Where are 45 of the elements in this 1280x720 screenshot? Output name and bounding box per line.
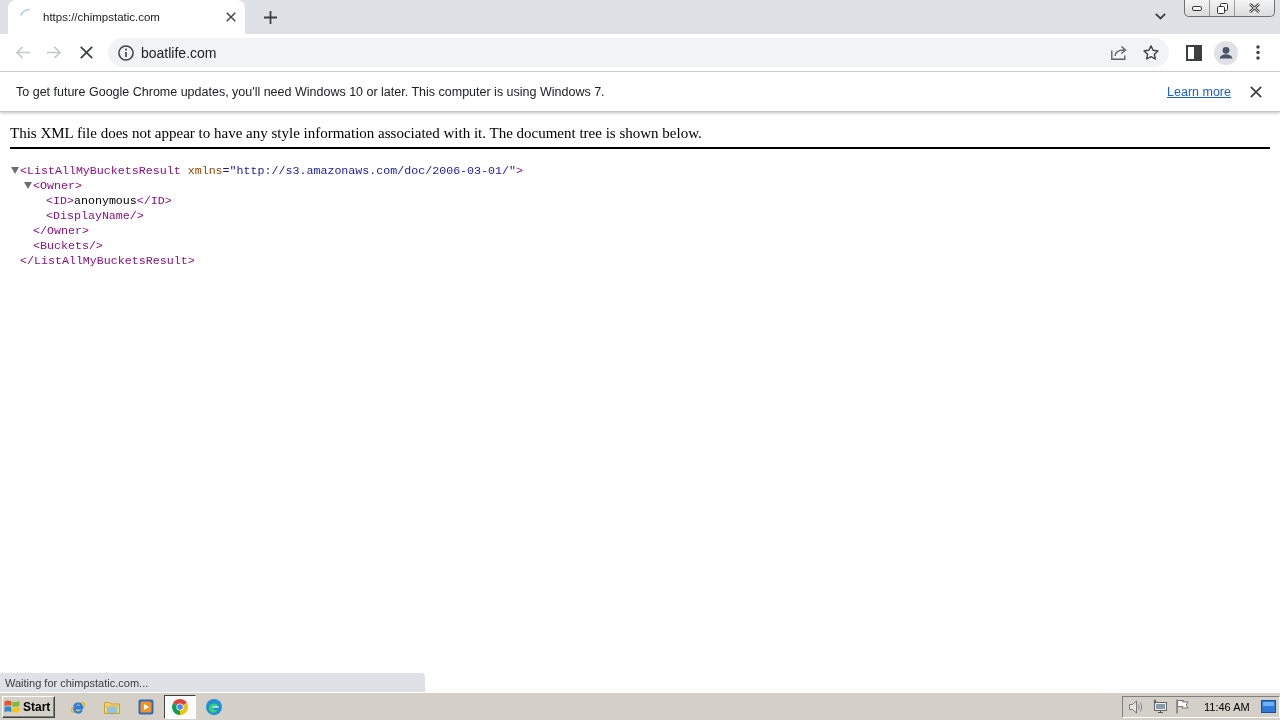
side-panel-icon bbox=[1186, 44, 1202, 61]
xml-line: <ListAllMyBucketsResult xmlns="http://s3.amazonaws.com/doc/2006-03-01/"> bbox=[20, 163, 523, 178]
back-arrow-icon bbox=[14, 46, 30, 59]
learn-more-link[interactable]: Learn more bbox=[1167, 84, 1231, 99]
folder-icon bbox=[104, 699, 121, 714]
xml-line: </Owner> bbox=[33, 223, 89, 238]
speaker-icon[interactable] bbox=[1129, 699, 1144, 714]
taskbar-app-button[interactable] bbox=[164, 694, 197, 719]
show-desktop-icon[interactable] bbox=[1261, 700, 1276, 713]
chevron-down-icon bbox=[1154, 12, 1166, 20]
close-icon bbox=[1250, 85, 1262, 98]
status-bubble: Waiting for chimpstatic.com... bbox=[0, 673, 425, 692]
start-button[interactable]: Start bbox=[2, 695, 56, 718]
monitor-icon[interactable] bbox=[1152, 699, 1168, 714]
restore-icon bbox=[1216, 2, 1228, 14]
clock-text: 11:46 AM bbox=[1204, 700, 1250, 713]
close-icon bbox=[226, 12, 236, 22]
down-triangle-icon[interactable] bbox=[11, 167, 19, 174]
info-icon bbox=[118, 44, 134, 61]
flag-icon[interactable] bbox=[1176, 699, 1189, 714]
more-vertical-icon bbox=[1256, 45, 1260, 60]
tab[interactable]: https://chimpstatic.com bbox=[8, 0, 245, 34]
avatar-icon bbox=[1214, 40, 1238, 65]
xml-line: <Buckets/> bbox=[33, 238, 103, 253]
down-triangle-icon[interactable] bbox=[24, 182, 32, 189]
xml-style-notice: This XML file does not appear to have any style information associated with it. The document tree is shown below. bbox=[10, 112, 1270, 149]
close-icon bbox=[1249, 3, 1260, 13]
four-pane-flag-icon bbox=[4, 699, 20, 714]
swirl-icon bbox=[206, 698, 223, 715]
profile-button[interactable] bbox=[1212, 38, 1240, 67]
forward-arrow-icon bbox=[46, 46, 62, 59]
star-icon bbox=[1143, 45, 1159, 60]
minimize-icon bbox=[1192, 5, 1202, 11]
xml-line: <ID>anonymous</ID> bbox=[46, 193, 172, 208]
xml-line: <DisplayName/> bbox=[46, 208, 144, 223]
segmented-circle-icon bbox=[172, 698, 189, 715]
share-icon bbox=[1110, 45, 1128, 60]
xml-line: <Owner> bbox=[33, 178, 82, 193]
infobar-close-button[interactable] bbox=[1250, 85, 1262, 98]
media-play-icon bbox=[138, 698, 155, 715]
address-bar[interactable]: boatlife.com bbox=[108, 38, 1169, 67]
plus-icon bbox=[263, 10, 277, 24]
cross-icon bbox=[79, 46, 93, 59]
xml-line: </ListAllMyBucketsResult> bbox=[20, 253, 195, 268]
infobar-message: To get future Google Chrome updates, you'll need Windows 10 or later. This computer is using Windows 7. bbox=[16, 84, 606, 99]
